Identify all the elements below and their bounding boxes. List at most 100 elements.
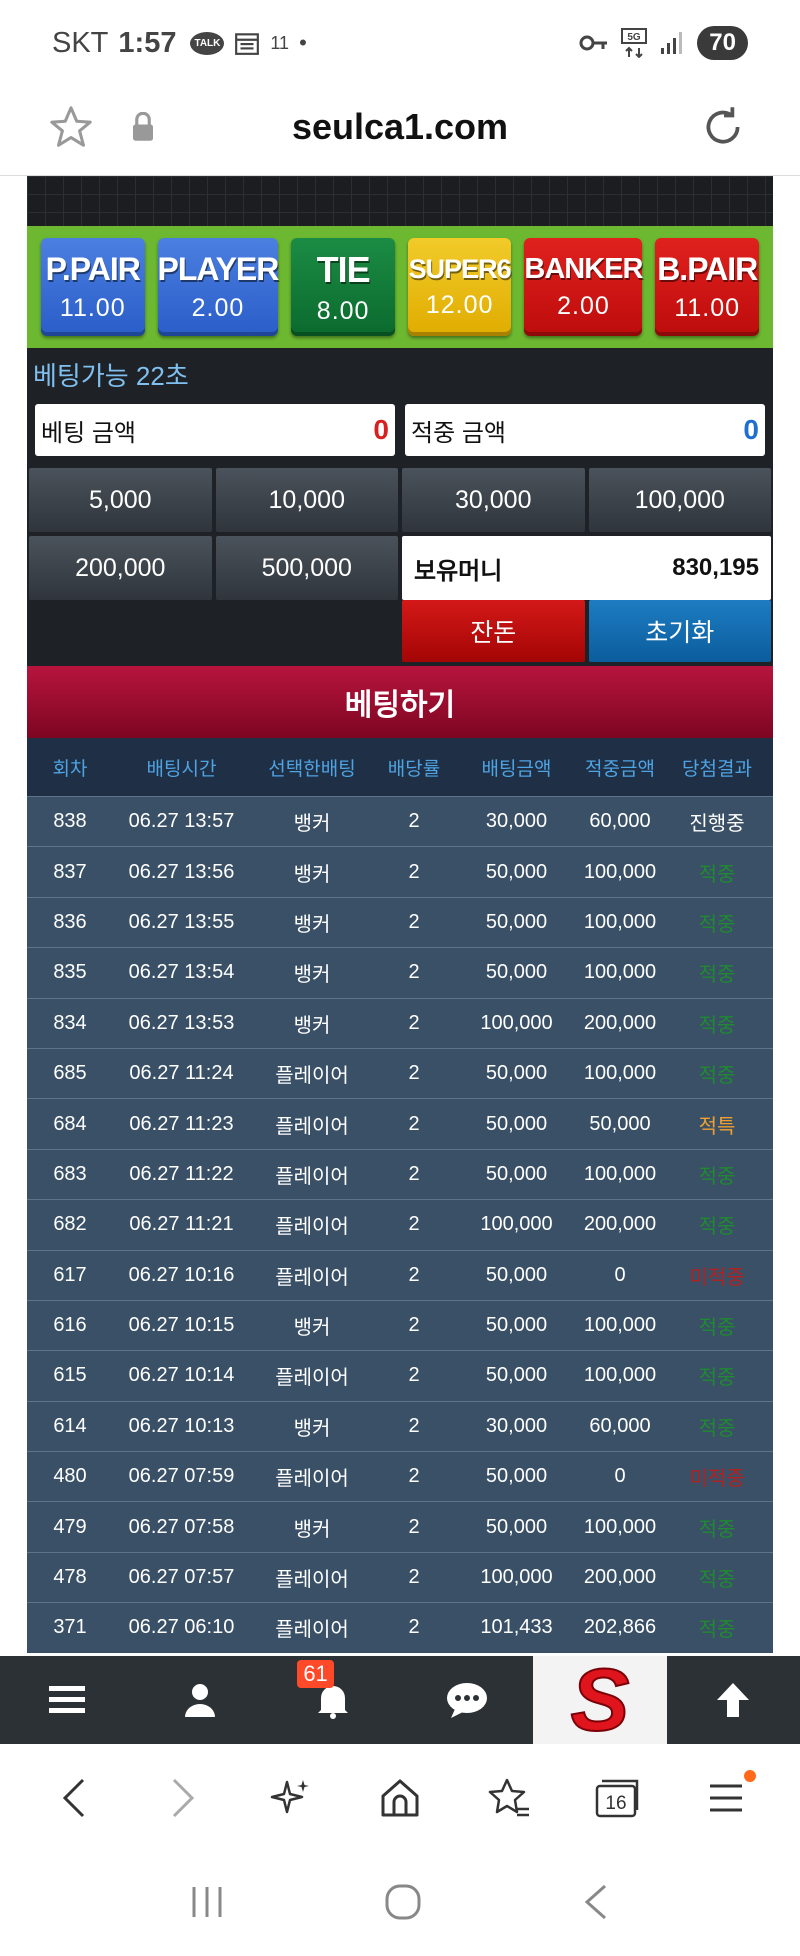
balance-display: 보유머니 830,195 xyxy=(402,536,771,600)
table-cell: 적중 xyxy=(698,1619,736,1642)
table-cell: 0 xyxy=(614,1263,626,1286)
table-cell: 플레이어 xyxy=(275,1266,349,1289)
table-cell: 플레이어 xyxy=(275,1619,349,1642)
forward-button[interactable] xyxy=(153,1768,213,1828)
svg-text:5G: 5G xyxy=(628,32,642,43)
signal-icon xyxy=(661,32,683,54)
win-amount-value: 0 xyxy=(743,414,759,445)
chip-grid: 5,000 10,000 30,000 100,000 200,000 500,… xyxy=(27,460,773,600)
balance-value: 830,195 xyxy=(672,554,759,581)
table-cell: 미적중 xyxy=(689,1266,745,1289)
chip-200000-button[interactable]: 200,000 xyxy=(29,536,212,600)
table-cell: 836 xyxy=(53,910,87,933)
table-row: 836 06.27 13:55 뱅커 2 50,000 100,000 적중 xyxy=(27,896,773,947)
table-cell: 06.27 07:59 xyxy=(128,1465,235,1488)
table-cell: 835 xyxy=(53,961,87,984)
history-table-header: 회차 배팅시간 선택한배팅 배당률 배팅금액 적중금액 당첨결과 xyxy=(27,738,773,796)
table-cell: 50,000 xyxy=(485,910,548,933)
notifications-button[interactable]: 61 xyxy=(267,1656,400,1744)
svg-text:S: S xyxy=(571,1660,630,1740)
table-cell: 101,433 xyxy=(480,1616,553,1639)
chip-100000-button[interactable]: 100,000 xyxy=(588,468,771,532)
recent-apps-button[interactable] xyxy=(189,1885,225,1924)
home-button[interactable] xyxy=(370,1768,430,1828)
android-navigation-bar xyxy=(0,1852,800,1956)
bet-player-pair-button[interactable]: P.PAIR 11.00 xyxy=(41,238,145,336)
table-row: 479 06.27 07:58 뱅커 2 50,000 100,000 적중 xyxy=(27,1501,773,1551)
reload-icon[interactable] xyxy=(698,102,748,152)
reset-button[interactable]: 초기화 xyxy=(588,600,771,662)
table-cell: 685 xyxy=(53,1062,87,1085)
back-nav-button[interactable] xyxy=(581,1883,611,1926)
place-bet-button[interactable]: 베팅하기 xyxy=(27,666,773,738)
bet-banker-pair-button[interactable]: B.PAIR 11.00 xyxy=(655,238,759,336)
chip-10000-button[interactable]: 10,000 xyxy=(215,468,398,532)
url-domain[interactable]: seulca1.com xyxy=(0,106,800,148)
table-cell: 2 xyxy=(408,1465,420,1488)
table-cell: 616 xyxy=(53,1314,87,1337)
table-cell: 50,000 xyxy=(485,860,548,883)
table-cell: 0 xyxy=(614,1465,626,1488)
table-cell: 2 xyxy=(408,1314,420,1337)
menu-lines-icon xyxy=(709,1784,742,1812)
table-row: 614 06.27 10:13 뱅커 2 30,000 60,000 적중 xyxy=(27,1400,773,1451)
site-logo: S xyxy=(570,1660,631,1740)
browser-menu-button[interactable] xyxy=(696,1768,756,1828)
table-cell: 뱅커 xyxy=(293,1417,331,1440)
table-row: 371 06.27 06:10 플레이어 2 101,433 202,866 적중 xyxy=(27,1602,773,1652)
site-logo-button[interactable]: S xyxy=(533,1656,667,1744)
table-cell: 06.27 11:23 xyxy=(129,1112,234,1135)
ai-assist-button[interactable] xyxy=(261,1768,321,1828)
table-cell: 06.27 10:15 xyxy=(128,1314,235,1337)
bet-player-button[interactable]: PLAYER 2.00 xyxy=(157,238,279,336)
back-chevron-icon xyxy=(584,1884,606,1919)
scroll-top-button[interactable] xyxy=(667,1656,800,1744)
table-cell: 06.27 13:54 xyxy=(128,961,235,984)
table-cell: 진행중 xyxy=(689,813,745,836)
user-icon xyxy=(184,1684,215,1717)
table-cell: 834 xyxy=(53,1011,87,1034)
chat-button[interactable] xyxy=(400,1656,533,1744)
road-map-strip xyxy=(27,176,773,226)
table-cell: 100,000 xyxy=(583,961,657,984)
table-cell: 뱅커 xyxy=(293,913,331,936)
bookmarks-button[interactable] xyxy=(479,1768,539,1828)
table-cell: 684 xyxy=(53,1112,87,1135)
table-row: 837 06.27 13:56 뱅커 2 50,000 100,000 적중 xyxy=(27,846,773,896)
table-row: 838 06.27 13:57 뱅커 2 30,000 60,000 진행중 xyxy=(27,796,773,846)
table-cell: 뱅커 xyxy=(293,813,331,836)
table-cell: 2 xyxy=(408,1213,420,1236)
table-cell: 2 xyxy=(408,1112,420,1135)
table-cell: 06.27 10:13 xyxy=(128,1414,235,1437)
browser-toolbar: 16 xyxy=(0,1744,800,1852)
chat-bubble-icon xyxy=(446,1683,487,1718)
table-cell: 200,000 xyxy=(583,1011,657,1034)
table-cell: 50,000 xyxy=(485,961,548,984)
calendar-icon xyxy=(235,33,260,55)
chip-500000-button[interactable]: 500,000 xyxy=(215,536,398,600)
carrier-label: SKT xyxy=(52,26,109,59)
change-button[interactable]: 잔돈 xyxy=(402,600,585,662)
chip-5000-button[interactable]: 5,000 xyxy=(29,468,212,532)
table-cell: 적중 xyxy=(698,1367,736,1390)
table-cell: 뱅커 xyxy=(293,863,331,886)
table-cell: 06.27 07:57 xyxy=(128,1566,235,1589)
table-cell: 06.27 13:57 xyxy=(128,810,235,833)
back-button[interactable] xyxy=(44,1768,104,1828)
menu-button[interactable] xyxy=(0,1656,133,1744)
table-cell: 2 xyxy=(408,1616,420,1639)
table-cell: 60,000 xyxy=(589,810,651,833)
chip-30000-button[interactable]: 30,000 xyxy=(402,468,585,532)
bet-banker-button[interactable]: BANKER 2.00 xyxy=(524,238,643,336)
table-cell: 371 xyxy=(53,1616,87,1639)
table-cell: 플레이어 xyxy=(275,1115,349,1138)
table-cell: 뱅커 xyxy=(293,1317,331,1340)
home-nav-button[interactable] xyxy=(384,1883,422,1926)
profile-button[interactable] xyxy=(133,1656,266,1744)
bet-super6-button[interactable]: SUPER6 12.00 xyxy=(407,238,512,336)
tabs-button[interactable]: 16 xyxy=(587,1768,647,1828)
bet-tie-button[interactable]: TIE 8.00 xyxy=(291,238,395,336)
table-cell: 적중 xyxy=(698,1417,736,1440)
table-cell: 2 xyxy=(408,810,420,833)
table-cell: 2 xyxy=(408,1011,420,1034)
